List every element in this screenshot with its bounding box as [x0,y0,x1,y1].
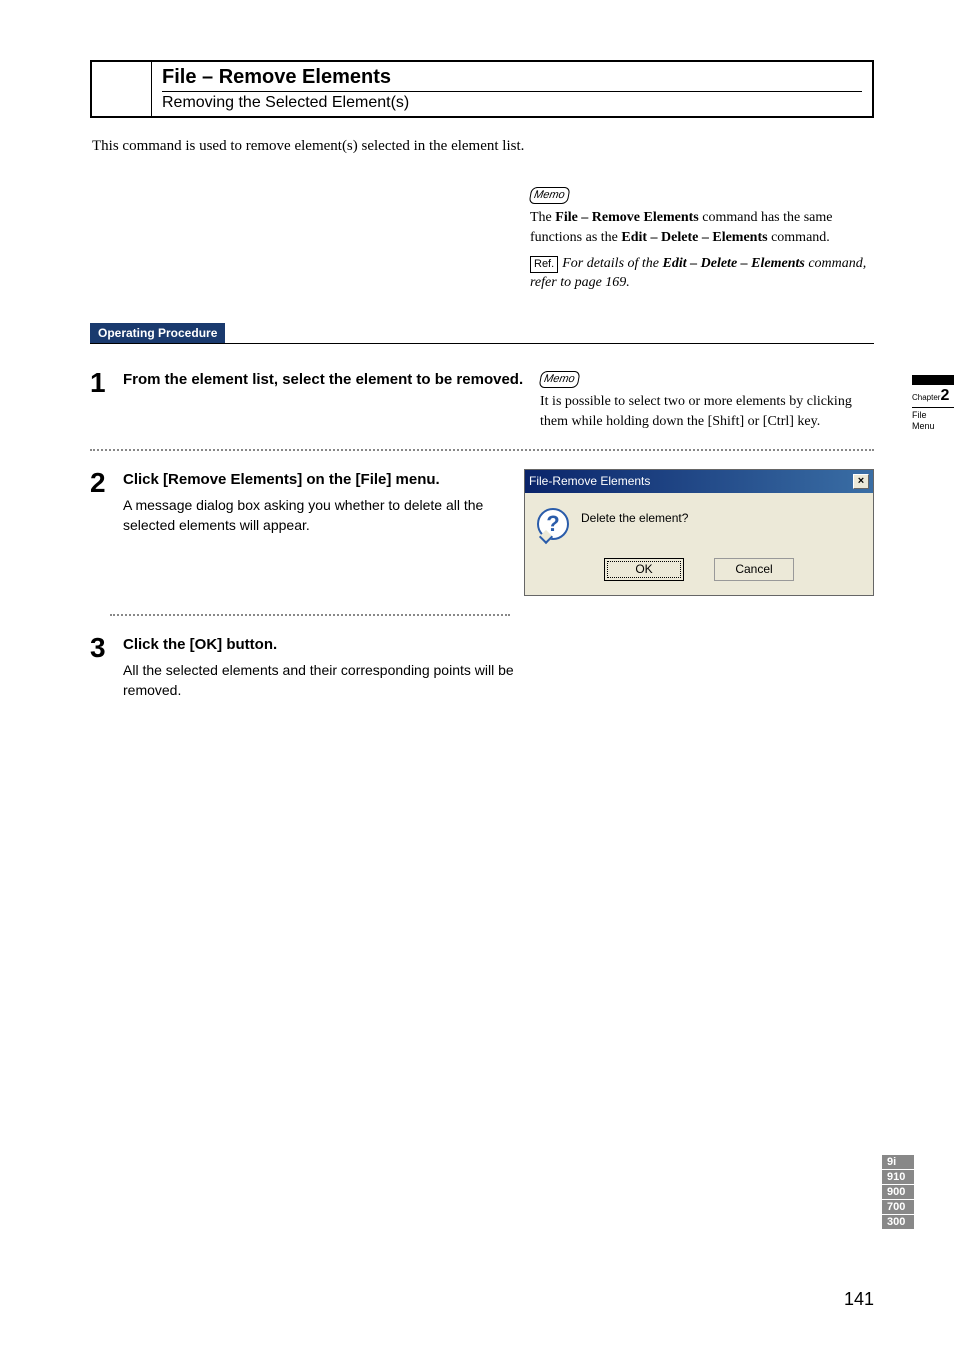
step-3-title: Click the [OK] button. [123,634,530,655]
dialog-titlebar: File-Remove Elements × [525,470,873,493]
question-icon: ? [537,508,569,540]
step-2: 2 Click [Remove Elements] on the [File] … [90,469,874,596]
title-left-spacer [92,62,152,116]
step-3-desc: All the selected elements and their corr… [123,661,530,700]
step-1-title: From the element list, select the elemen… [123,369,523,390]
dialog-message: Delete the element? [581,508,688,527]
memo-label-step1: Memo [538,371,580,388]
side-num: 9i [882,1155,914,1169]
step-number-2: 2 [90,469,118,596]
step-1-memo-text: It is possible to select two or more ele… [540,392,874,431]
title-block: File – Remove Elements Removing the Sele… [90,60,874,118]
dialog-box: File-Remove Elements × ? Delete the elem… [524,469,874,596]
step-number-1: 1 [90,369,118,432]
page-number: 141 [844,1289,874,1310]
side-number-list: 9i 910 900 700 300 [882,1155,914,1230]
dotted-divider-2 [110,614,510,616]
memo-block-top: Memo The File – Remove Elements command … [530,185,874,293]
side-num: 900 [882,1185,914,1199]
side-num: 700 [882,1200,914,1214]
dotted-divider-1 [90,449,874,451]
dialog-title: File-Remove Elements [529,473,650,490]
title-sub: Removing the Selected Element(s) [162,92,862,112]
ref-text: Ref.For details of the Edit – Delete – E… [530,254,874,293]
step-1-memo: Memo It is possible to select two or mor… [530,369,874,432]
chapter-menu-text: File Menu [912,408,954,432]
operating-procedure-label: Operating Procedure [90,323,225,343]
chapter-tab: Chapter2 File Menu [912,375,954,432]
cancel-button[interactable]: Cancel [714,558,794,581]
step-3: 3 Click the [OK] button. All the selecte… [90,634,874,700]
step-1: 1 From the element list, select the elem… [90,369,874,432]
memo-label: Memo [528,187,570,204]
side-num: 910 [882,1170,914,1184]
step-2-title: Click [Remove Elements] on the [File] me… [123,469,514,490]
step-number-3: 3 [90,634,118,700]
operating-procedure-divider: Operating Procedure [90,323,874,344]
step-2-desc: A message dialog box asking you whether … [123,496,514,535]
title-main: File – Remove Elements [162,66,862,92]
ref-label: Ref. [530,256,558,273]
side-num: 300 [882,1215,914,1229]
chapter-label: Chapter2 [912,385,954,408]
ok-button[interactable]: OK [604,558,684,581]
intro-text: This command is used to remove element(s… [92,138,874,155]
memo-text: The File – Remove Elements command has t… [530,208,874,247]
close-icon[interactable]: × [853,474,869,489]
